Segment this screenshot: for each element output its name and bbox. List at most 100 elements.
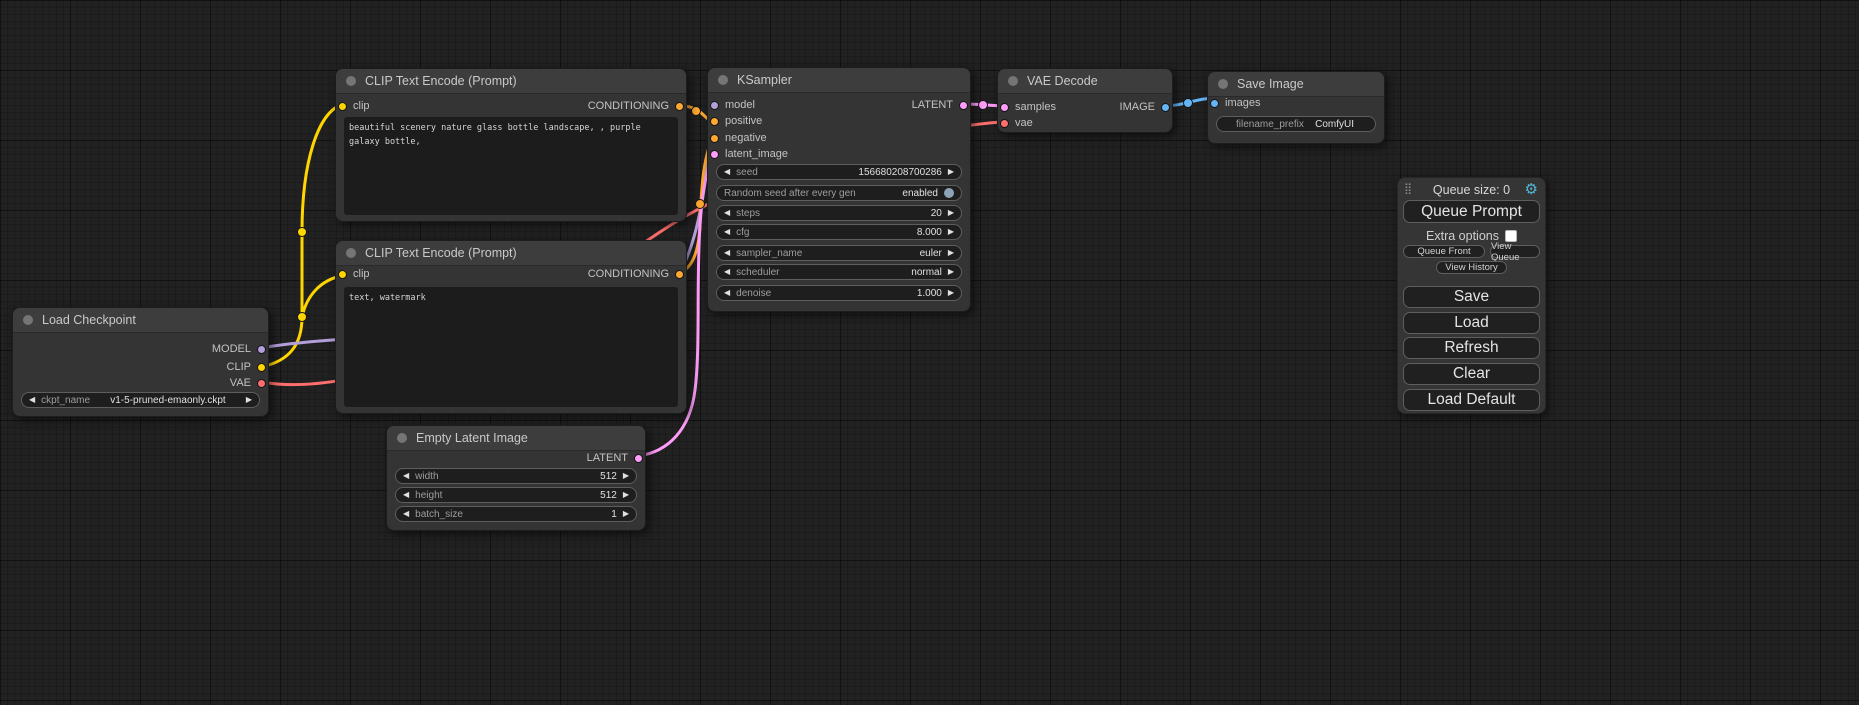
output-vae[interactable]: VAE: [230, 376, 266, 390]
decrement-arrow-icon[interactable]: ◀: [724, 268, 730, 276]
clear-button[interactable]: Clear: [1403, 363, 1540, 385]
reroute-dot[interactable]: [692, 107, 701, 116]
model-port-icon[interactable]: [257, 345, 266, 354]
output-clip[interactable]: CLIP: [227, 360, 266, 374]
collapse-dot-icon[interactable]: [346, 76, 356, 86]
increment-arrow-icon[interactable]: ▶: [246, 396, 252, 404]
latent-port-icon[interactable]: [959, 101, 968, 110]
collapse-dot-icon[interactable]: [346, 248, 356, 258]
node-clip-text-encode-negative[interactable]: CLIP Text Encode (Prompt) clip CONDITION…: [335, 240, 687, 414]
latent-port-icon[interactable]: [634, 454, 643, 463]
seed-widget[interactable]: ◀ seed 156680208700286 ▶: [716, 164, 962, 180]
sampler-name-widget[interactable]: ◀ sampler_name euler ▶: [716, 245, 962, 261]
model-port-icon[interactable]: [710, 101, 719, 110]
latent-port-icon[interactable]: [710, 150, 719, 159]
node-title-bar[interactable]: CLIP Text Encode (Prompt): [336, 69, 686, 94]
reroute-dot[interactable]: [1184, 99, 1193, 108]
input-vae[interactable]: vae: [1000, 116, 1033, 130]
decrement-arrow-icon[interactable]: ◀: [724, 168, 730, 176]
settings-gear-icon[interactable]: ⚙: [1525, 181, 1538, 199]
output-conditioning[interactable]: CONDITIONING: [588, 267, 684, 281]
input-clip[interactable]: clip: [338, 267, 370, 281]
queue-prompt-button[interactable]: Queue Prompt: [1403, 200, 1540, 223]
output-latent[interactable]: LATENT: [587, 451, 643, 465]
reroute-dot[interactable]: [298, 228, 307, 237]
random-seed-toggle-widget[interactable]: Random seed after every gen enabled: [716, 185, 962, 201]
node-clip-text-encode-positive[interactable]: CLIP Text Encode (Prompt) clip CONDITION…: [335, 68, 687, 222]
decrement-arrow-icon[interactable]: ◀: [724, 289, 730, 297]
collapse-dot-icon[interactable]: [1008, 76, 1018, 86]
node-title-bar[interactable]: CLIP Text Encode (Prompt): [336, 241, 686, 266]
filename-prefix-widget[interactable]: filename_prefix ComfyUI: [1216, 116, 1376, 132]
vae-port-icon[interactable]: [1000, 119, 1009, 128]
increment-arrow-icon[interactable]: ▶: [948, 168, 954, 176]
conditioning-port-icon[interactable]: [710, 117, 719, 126]
collapse-dot-icon[interactable]: [718, 75, 728, 85]
decrement-arrow-icon[interactable]: ◀: [403, 510, 409, 518]
reroute-dot[interactable]: [979, 101, 988, 110]
width-widget[interactable]: ◀ width 512 ▶: [395, 468, 637, 484]
vae-port-icon[interactable]: [257, 379, 266, 388]
ckpt-name-widget[interactable]: ◀ ckpt_name v1-5-pruned-emaonly.ckpt ▶: [21, 392, 260, 408]
input-latent-image[interactable]: latent_image: [710, 147, 788, 161]
drag-handle-icon[interactable]: ⣿: [1404, 182, 1412, 195]
queue-front-button[interactable]: Queue Front: [1403, 245, 1485, 258]
decrement-arrow-icon[interactable]: ◀: [724, 209, 730, 217]
collapse-dot-icon[interactable]: [397, 433, 407, 443]
node-title-bar[interactable]: VAE Decode: [998, 69, 1172, 94]
conditioning-port-icon[interactable]: [675, 102, 684, 111]
node-load-checkpoint[interactable]: Load Checkpoint MODEL CLIP VAE ◀ ckpt_na…: [12, 307, 269, 417]
load-default-button[interactable]: Load Default: [1403, 389, 1540, 411]
collapse-dot-icon[interactable]: [23, 315, 33, 325]
increment-arrow-icon[interactable]: ▶: [948, 249, 954, 257]
input-samples[interactable]: samples: [1000, 100, 1056, 114]
scheduler-widget[interactable]: ◀ scheduler normal ▶: [716, 264, 962, 280]
node-title-bar[interactable]: Load Checkpoint: [13, 308, 268, 333]
node-title-bar[interactable]: Save Image: [1208, 72, 1384, 97]
collapse-dot-icon[interactable]: [1218, 79, 1228, 89]
load-button[interactable]: Load: [1403, 312, 1540, 334]
denoise-widget[interactable]: ◀ denoise 1.000 ▶: [716, 285, 962, 301]
input-clip[interactable]: clip: [338, 99, 370, 113]
increment-arrow-icon[interactable]: ▶: [623, 491, 629, 499]
increment-arrow-icon[interactable]: ▶: [623, 472, 629, 480]
increment-arrow-icon[interactable]: ▶: [948, 228, 954, 236]
decrement-arrow-icon[interactable]: ◀: [29, 396, 35, 404]
steps-widget[interactable]: ◀ steps 20 ▶: [716, 205, 962, 221]
height-widget[interactable]: ◀ height 512 ▶: [395, 487, 637, 503]
input-images[interactable]: images: [1210, 96, 1260, 110]
increment-arrow-icon[interactable]: ▶: [623, 510, 629, 518]
increment-arrow-icon[interactable]: ▶: [948, 289, 954, 297]
decrement-arrow-icon[interactable]: ◀: [403, 472, 409, 480]
prompt-textarea[interactable]: beautiful scenery nature glass bottle la…: [344, 117, 678, 215]
input-model[interactable]: model: [710, 98, 755, 112]
decrement-arrow-icon[interactable]: ◀: [724, 249, 730, 257]
image-port-icon[interactable]: [1210, 99, 1219, 108]
image-port-icon[interactable]: [1161, 103, 1170, 112]
input-positive[interactable]: positive: [710, 114, 762, 128]
toggle-icon[interactable]: [944, 188, 954, 198]
node-empty-latent-image[interactable]: Empty Latent Image LATENT ◀ width 512 ▶ …: [386, 425, 646, 531]
conditioning-port-icon[interactable]: [675, 270, 684, 279]
clip-port-icon[interactable]: [338, 270, 347, 279]
node-title-bar[interactable]: Empty Latent Image: [387, 426, 645, 451]
view-history-button[interactable]: View History: [1436, 261, 1507, 274]
clip-port-icon[interactable]: [338, 102, 347, 111]
output-image[interactable]: IMAGE: [1120, 100, 1170, 114]
node-title-bar[interactable]: KSampler: [708, 68, 970, 93]
node-save-image[interactable]: Save Image images filename_prefix ComfyU…: [1207, 71, 1385, 144]
reroute-dot[interactable]: [298, 313, 307, 322]
increment-arrow-icon[interactable]: ▶: [948, 268, 954, 276]
node-ksampler[interactable]: KSampler model positive negative latent_…: [707, 67, 971, 312]
view-queue-button[interactable]: View Queue: [1490, 245, 1540, 258]
node-vae-decode[interactable]: VAE Decode samples vae IMAGE: [997, 68, 1173, 133]
conditioning-port-icon[interactable]: [710, 134, 719, 143]
clip-port-icon[interactable]: [257, 363, 266, 372]
decrement-arrow-icon[interactable]: ◀: [724, 228, 730, 236]
batch-size-widget[interactable]: ◀ batch_size 1 ▶: [395, 506, 637, 522]
save-button[interactable]: Save: [1403, 286, 1540, 308]
input-negative[interactable]: negative: [710, 131, 767, 145]
cfg-widget[interactable]: ◀ cfg 8.000 ▶: [716, 224, 962, 240]
decrement-arrow-icon[interactable]: ◀: [403, 491, 409, 499]
node-graph-canvas[interactable]: Load Checkpoint MODEL CLIP VAE ◀ ckpt_na…: [0, 0, 1859, 705]
